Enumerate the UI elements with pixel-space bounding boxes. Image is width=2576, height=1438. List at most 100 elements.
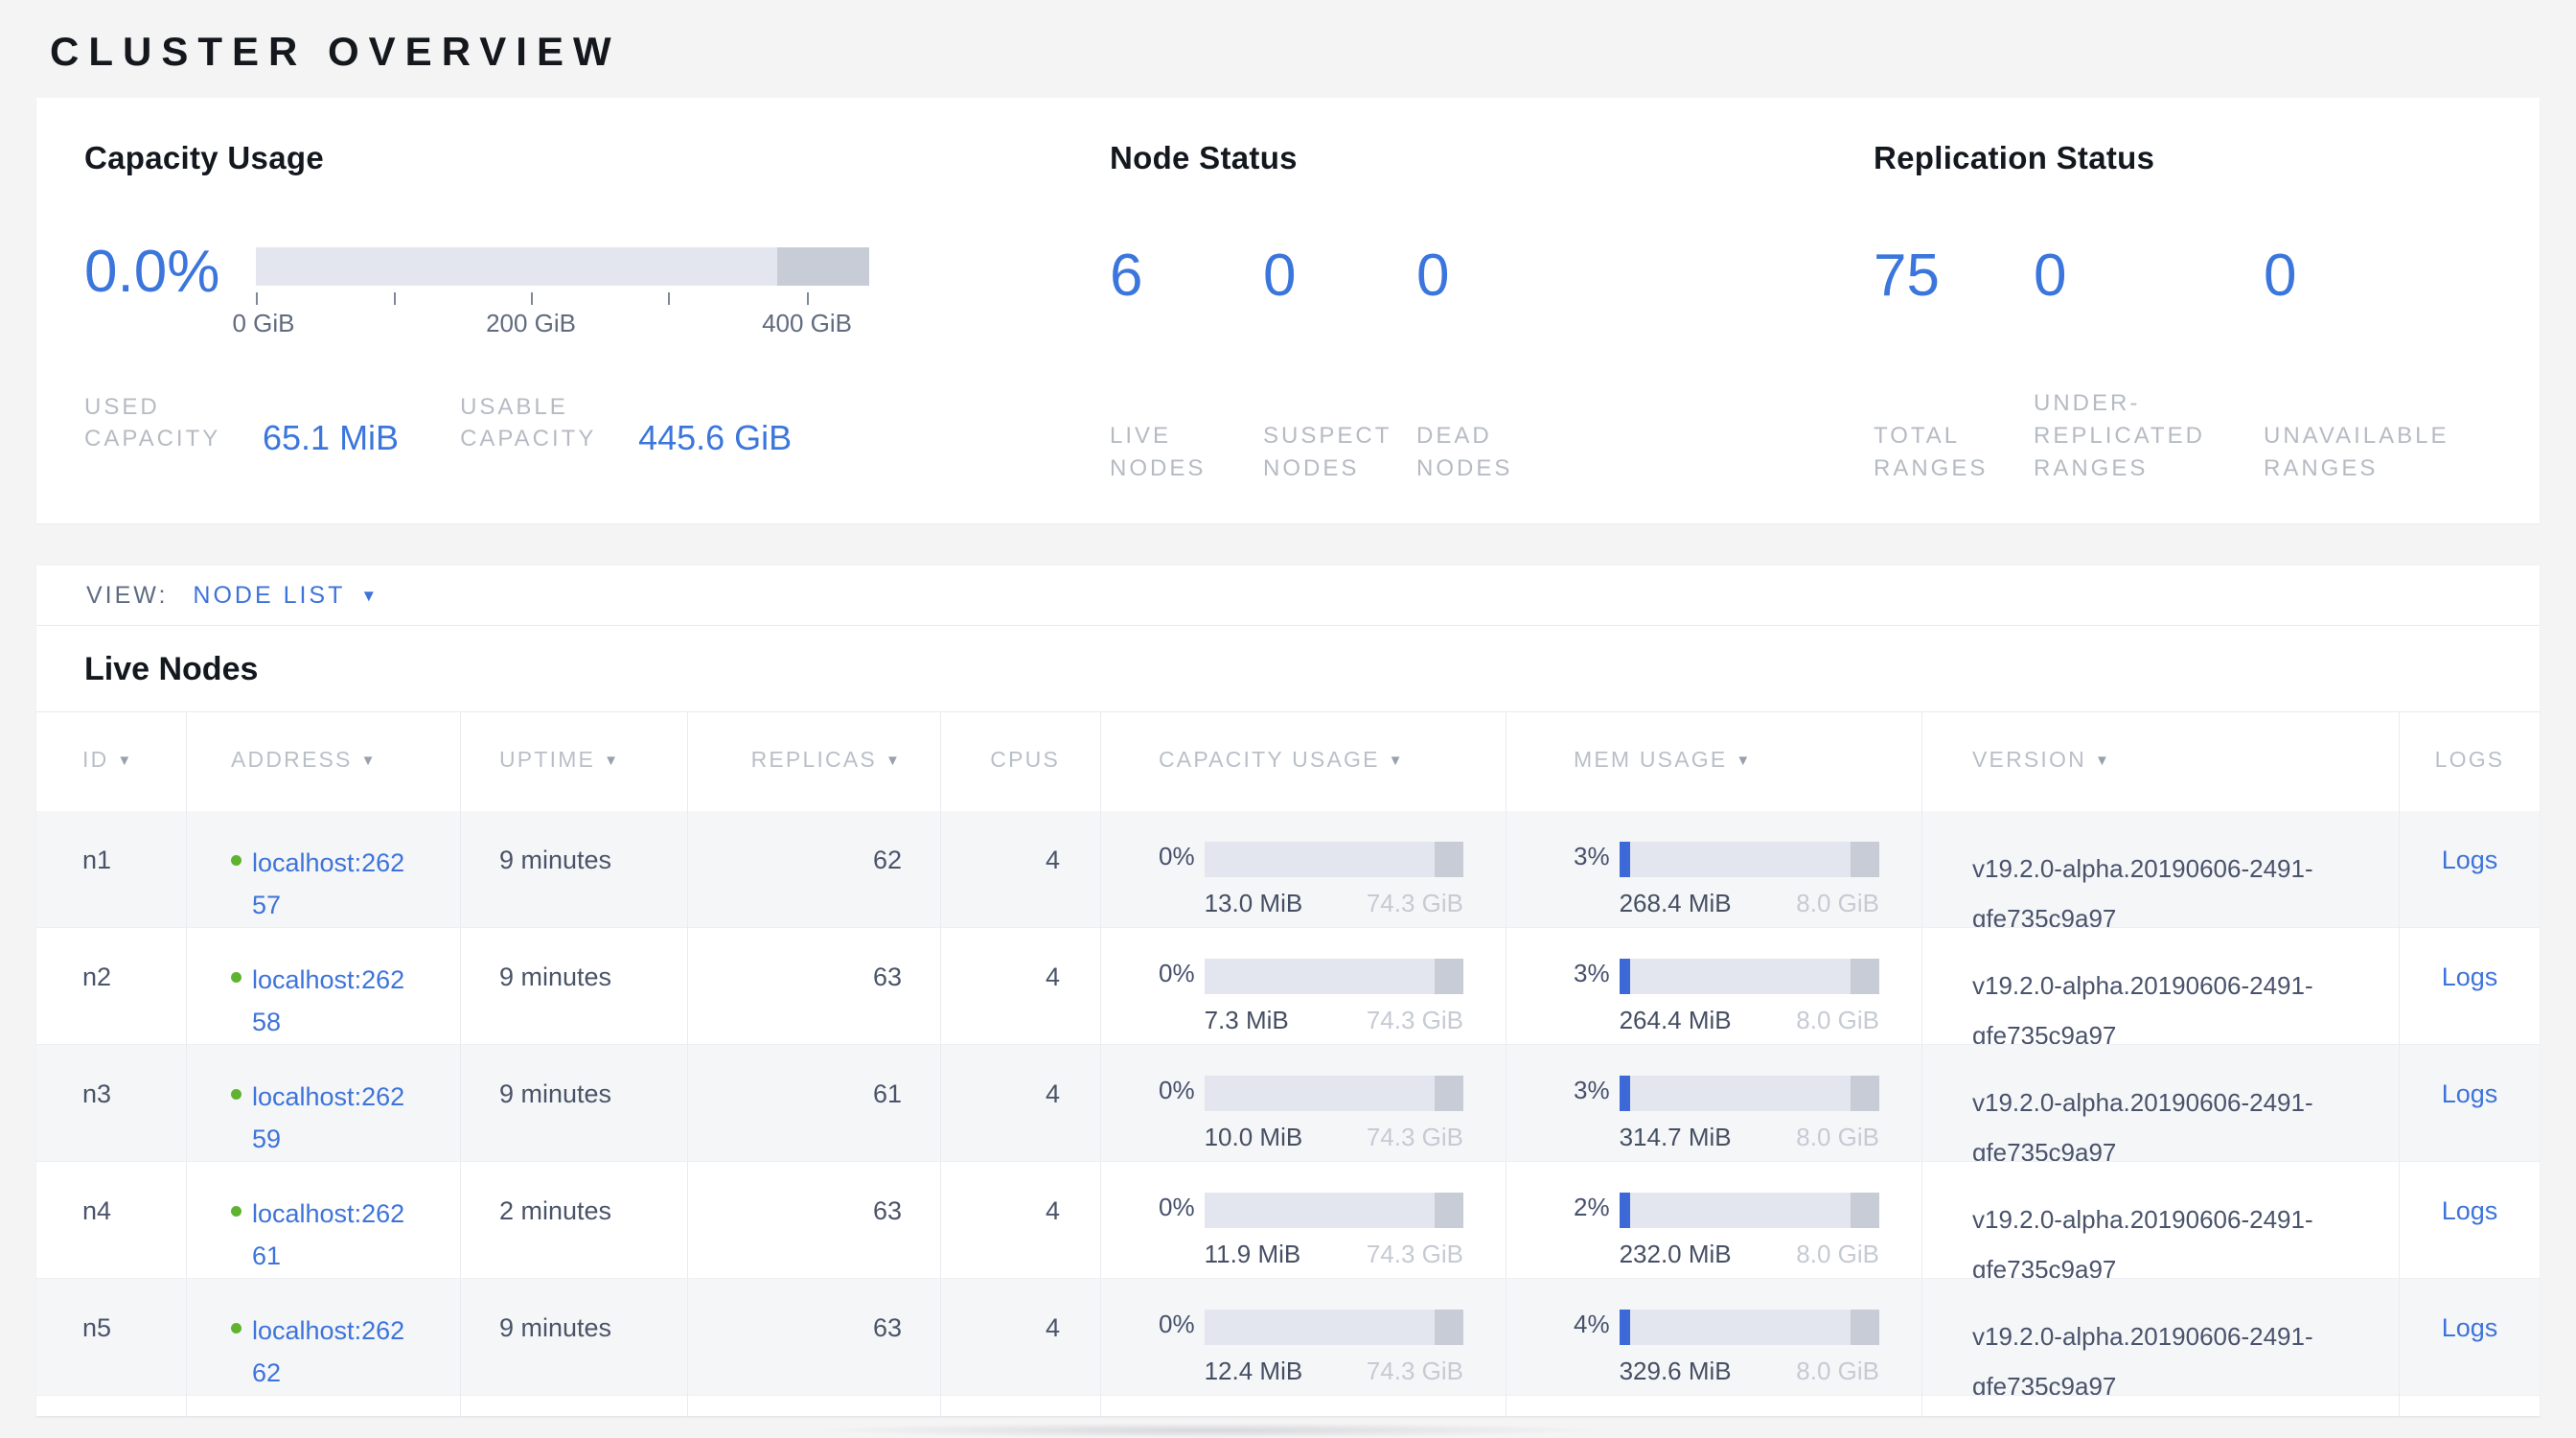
node-logs-cell: Logs: [2400, 1279, 2540, 1395]
capacity-usage-bar: [1205, 842, 1463, 877]
column-header-address[interactable]: ADDRESS▼: [187, 712, 461, 811]
used-capacity-label: USED CAPACITY: [84, 391, 249, 454]
mem-percent: 3%: [1574, 1076, 1610, 1104]
live-status-dot-icon: [231, 1089, 242, 1100]
node-version-cell: v19.2.0-alpha.20190606-2491-gfe735c9a97: [1922, 811, 2400, 927]
live-nodes-stat: 6 LIVE NODES: [1110, 249, 1254, 485]
under-replicated-ranges-stat: 0 UNDER-REPLICATED RANGES: [2034, 249, 2242, 485]
capacity-percent: 0%: [1159, 1193, 1195, 1221]
column-header-mem-usage[interactable]: MEM USAGE▼: [1506, 712, 1922, 811]
table-row: n1 localhost:26257 9 minutes 62 4 0% 13.…: [36, 811, 2540, 928]
node-status-title: Node Status: [1110, 140, 1874, 176]
capacity-usage-section: Capacity Usage 0.0% 0 GiB 200 GiB 400 Gi…: [84, 140, 1110, 523]
capacity-used-value: 12.4 MiB: [1205, 1357, 1303, 1386]
live-status-dot-icon: [231, 1206, 242, 1217]
mem-total-value: 8.0 GiB: [1796, 1123, 1879, 1152]
mem-total-value: 8.0 GiB: [1796, 1006, 1879, 1035]
unavailable-ranges-value: 0: [2264, 249, 2494, 303]
capacity-total-value: 74.3 GiB: [1367, 1357, 1463, 1386]
node-cpus-cell: 4: [941, 928, 1101, 1044]
table-row: n2 localhost:26258 9 minutes 63 4 0% 7.3…: [36, 928, 2540, 1045]
mem-usage-cell: 3% 264.4 MiB 8.0 GiB: [1506, 928, 1922, 1044]
node-cpus-cell: 4: [941, 811, 1101, 927]
node-uptime-cell: 2 minutes: [461, 1162, 688, 1278]
logs-link[interactable]: Logs: [2442, 846, 2498, 874]
suspect-nodes-stat: 0 SUSPECT NODES: [1263, 249, 1407, 485]
node-version-cell: v19.2.0-alpha.20190606-2491-gfe735c9a97: [1922, 1279, 2400, 1395]
sort-arrow-icon: ▼: [1736, 753, 1752, 769]
total-ranges-stat: 75 TOTAL RANGES: [1874, 249, 2019, 485]
node-replicas-cell: 63: [688, 928, 941, 1044]
node-cpus-cell: 4: [941, 1162, 1101, 1278]
logs-link[interactable]: Logs: [2442, 963, 2498, 991]
mem-usage-bar: [1620, 1076, 1879, 1111]
used-capacity-stat: USED CAPACITY 65.1 MiB: [84, 391, 399, 454]
view-bar: VIEW: NODE LIST ▼: [36, 566, 2540, 625]
node-address-link[interactable]: localhost:26257: [252, 842, 410, 926]
node-logs-cell: Logs: [2400, 928, 2540, 1044]
capacity-bar-cap-segment: [1435, 1193, 1463, 1228]
column-header-uptime[interactable]: UPTIME▼: [461, 712, 688, 811]
mem-usage-bar: [1620, 1193, 1879, 1228]
scroll-shadow: [805, 1423, 1610, 1438]
node-version-cell: v19.2.0-alpha.20190606-2491-gfe735c9a97: [1922, 928, 2400, 1044]
node-version-cell: v19.2.0-alpha.20190606-2491-gfe735c9a97: [1922, 1162, 2400, 1278]
node-address-link[interactable]: localhost:26258: [252, 959, 410, 1043]
table-header-row: ID▼ ADDRESS▼ UPTIME▼ REPLICAS▼ CPUS CAPA…: [36, 711, 2540, 811]
node-uptime-cell: 9 minutes: [461, 1045, 688, 1161]
sort-arrow-icon: ▼: [2095, 753, 2111, 769]
capacity-usage-cell: 0% 12.4 MiB 74.3 GiB: [1101, 1279, 1506, 1395]
mem-bar-fill: [1620, 959, 1630, 994]
axis-label-0gib: 0 GiB: [232, 309, 294, 338]
chevron-down-icon: ▼: [360, 588, 377, 604]
node-logs-cell: Logs: [2400, 1162, 2540, 1278]
view-selector-dropdown[interactable]: NODE LIST ▼: [193, 582, 377, 610]
logs-link[interactable]: Logs: [2442, 1079, 2498, 1108]
capacity-axis-ticks: [256, 290, 869, 305]
mem-used-value: 264.4 MiB: [1620, 1006, 1732, 1035]
mem-used-value: 314.7 MiB: [1620, 1123, 1732, 1152]
column-header-version[interactable]: VERSION▼: [1922, 712, 2400, 811]
node-address-link[interactable]: localhost:26262: [252, 1310, 410, 1394]
capacity-usage-bar: [1205, 1193, 1463, 1228]
live-nodes-title: Live Nodes: [36, 626, 2540, 711]
node-address-link[interactable]: localhost:26261: [252, 1193, 410, 1277]
node-replicas-cell: 62: [688, 811, 941, 927]
node-id-cell: n3: [36, 1045, 187, 1161]
node-logs-cell: Logs: [2400, 1045, 2540, 1161]
logs-link[interactable]: Logs: [2442, 1196, 2498, 1225]
table-body: n1 localhost:26257 9 minutes 62 4 0% 13.…: [36, 811, 2540, 1396]
mem-usage-cell: 3% 268.4 MiB 8.0 GiB: [1506, 811, 1922, 927]
cluster-summary-card: Capacity Usage 0.0% 0 GiB 200 GiB 400 Gi…: [36, 98, 2540, 523]
mem-bar-fill: [1620, 1310, 1630, 1345]
logs-link[interactable]: Logs: [2442, 1313, 2498, 1342]
node-uptime-cell: 9 minutes: [461, 1279, 688, 1395]
under-replicated-ranges-value: 0: [2034, 249, 2242, 303]
node-id-cell: n2: [36, 928, 187, 1044]
live-status-dot-icon: [231, 1323, 242, 1334]
capacity-used-value: 11.9 MiB: [1205, 1240, 1301, 1269]
live-nodes-value: 6: [1110, 249, 1254, 303]
live-status-dot-icon: [231, 855, 242, 866]
total-ranges-value: 75: [1874, 249, 2019, 303]
partial-next-row: [36, 1396, 2540, 1417]
mem-bar-cap-segment: [1851, 1310, 1879, 1345]
column-header-capacity-usage[interactable]: CAPACITY USAGE▼: [1101, 712, 1506, 811]
mem-percent: 2%: [1574, 1193, 1610, 1221]
node-version-cell: v19.2.0-alpha.20190606-2491-gfe735c9a97: [1922, 1045, 2400, 1161]
mem-usage-bar: [1620, 959, 1879, 994]
replication-status-section: Replication Status 75 TOTAL RANGES 0 UND…: [1874, 140, 2540, 523]
capacity-used-value: 10.0 MiB: [1205, 1123, 1303, 1152]
column-header-replicas[interactable]: REPLICAS▼: [688, 712, 941, 811]
capacity-percent-value: 0.0%: [84, 245, 219, 299]
column-header-id[interactable]: ID▼: [36, 712, 187, 811]
node-address-cell: localhost:26261: [187, 1162, 461, 1278]
mem-bar-cap-segment: [1851, 959, 1879, 994]
node-address-link[interactable]: localhost:26259: [252, 1076, 410, 1160]
axis-label-200gib: 200 GiB: [486, 309, 576, 338]
capacity-total-value: 74.3 GiB: [1367, 1006, 1463, 1035]
mem-bar-cap-segment: [1851, 1076, 1879, 1111]
node-address-cell: localhost:26257: [187, 811, 461, 927]
mem-total-value: 8.0 GiB: [1796, 889, 1879, 918]
dead-nodes-value: 0: [1416, 249, 1560, 303]
